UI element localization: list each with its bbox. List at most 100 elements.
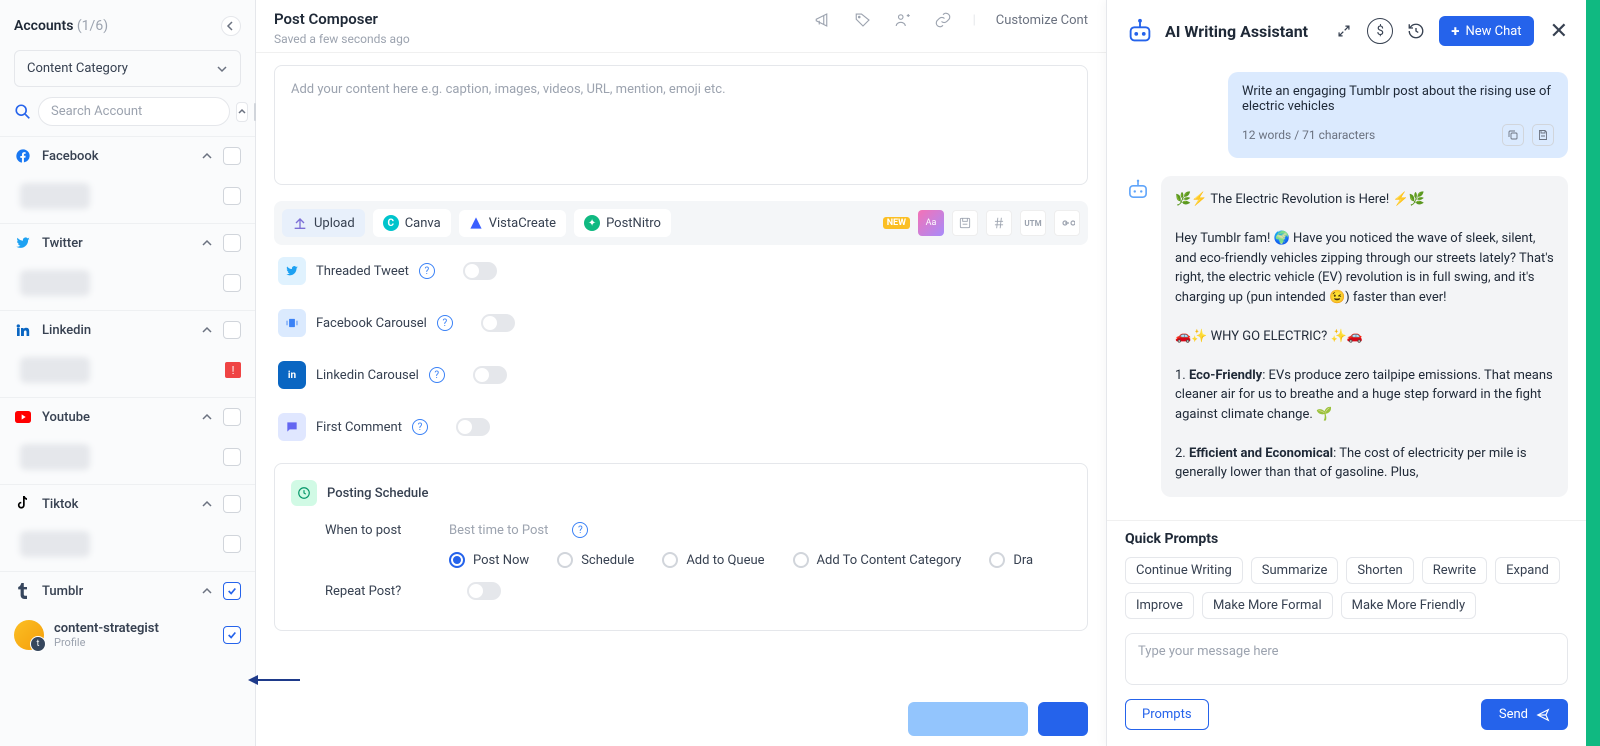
account-row[interactable] [0,262,255,310]
sidebar-collapse-button[interactable] [221,16,241,36]
canva-button[interactable]: C Canva [373,209,451,237]
tumblr-account-checkbox[interactable] [223,626,241,644]
user-message-meta: 12 words / 71 characters [1242,128,1375,142]
facebook-carousel-toggle[interactable] [481,314,515,332]
carousel-small-icon [278,309,306,337]
chevron-up-icon [201,150,213,162]
send-icon [1536,708,1550,722]
account-row[interactable] [0,175,255,223]
network-group-tumblr: Tumblr content-strategist Profile [0,571,255,660]
send-button[interactable]: Send [1481,699,1568,730]
postnitro-icon: ✦ [584,215,600,231]
linkedin-carousel-label: Linkedin Carousel [316,368,419,383]
radio-add-to-category[interactable]: Add To Content Category [793,552,962,568]
credits-icon[interactable]: $ [1367,18,1393,44]
radio-add-to-queue[interactable]: Add to Queue [662,552,764,568]
twitter-small-icon [278,257,306,285]
primary-action-button[interactable] [1038,702,1088,736]
customize-content-link[interactable]: Customize Cont [996,13,1088,28]
chip-improve[interactable]: Improve [1125,592,1194,619]
linkedin-small-icon: in [278,361,306,389]
new-badge: NEW [883,217,910,229]
account-row[interactable]: ! [0,349,255,397]
linkedin-carousel-toggle[interactable] [473,366,507,384]
account-row[interactable] [0,436,255,484]
radio-post-now[interactable]: Post Now [449,552,529,568]
network-checkbox[interactable] [223,234,241,252]
chip-continue-writing[interactable]: Continue Writing [1125,557,1243,584]
help-icon[interactable]: ? [437,315,453,331]
chip-rewrite[interactable]: Rewrite [1422,557,1487,584]
save-icon[interactable] [1532,124,1554,146]
network-toggle-youtube[interactable]: Youtube [0,398,255,436]
save-draft-icon[interactable] [952,210,978,236]
new-chat-button[interactable]: + New Chat [1439,16,1533,46]
chip-make-formal[interactable]: Make More Formal [1202,592,1333,619]
account-checkbox[interactable] [223,448,241,466]
close-assistant-button[interactable]: ✕ [1550,19,1568,44]
copy-icon[interactable] [1502,124,1524,146]
schedule-radio-group: Post Now Schedule Add to Queue Add To Co… [449,552,1033,568]
account-checkbox[interactable] [223,274,241,292]
account-checkbox[interactable] [223,187,241,205]
network-toggle-tiktok[interactable]: Tiktok [0,485,255,523]
ai-assistant-panel: AI Writing Assistant $ + New Chat ✕ Writ… [1106,0,1586,746]
facebook-icon [14,147,32,165]
account-row[interactable] [0,523,255,571]
repeat-post-toggle[interactable] [467,582,501,600]
link-icon[interactable] [933,10,953,30]
help-icon[interactable]: ? [572,522,588,538]
network-checkbox[interactable] [223,147,241,165]
postnitro-button[interactable]: ✦ PostNitro [574,209,671,237]
history-icon[interactable] [1403,18,1429,44]
threaded-tweet-toggle[interactable] [463,262,497,280]
composer-saved-status: Saved a few seconds ago [274,32,410,46]
hashtag-icon[interactable] [986,210,1012,236]
content-category-select[interactable]: Content Category [14,50,241,87]
prompts-button[interactable]: Prompts [1125,699,1209,730]
secondary-action-button[interactable] [908,702,1028,736]
network-toggle-twitter[interactable]: Twitter [0,224,255,262]
chip-summarize[interactable]: Summarize [1251,557,1339,584]
when-to-post-label: When to post [325,523,425,538]
account-checkbox[interactable] [223,535,241,553]
tumblr-account-row[interactable]: content-strategist Profile [0,610,255,660]
chip-make-friendly[interactable]: Make More Friendly [1341,592,1476,619]
network-group-tiktok: Tiktok [0,484,255,571]
help-icon[interactable]: ? [429,367,445,383]
tag-icon[interactable] [853,10,873,30]
tumblr-icon [14,582,32,600]
chip-shorten[interactable]: Shorten [1346,557,1413,584]
network-toggle-linkedin[interactable]: Linkedin [0,311,255,349]
radio-draft[interactable]: Dra [989,552,1033,568]
network-label: Tiktok [42,497,191,512]
post-content-input[interactable]: Add your content here e.g. caption, imag… [274,65,1088,185]
upload-button[interactable]: Upload [282,209,365,237]
radio-schedule[interactable]: Schedule [557,552,634,568]
vistacreate-button[interactable]: VistaCreate [459,210,566,237]
network-toggle-tumblr[interactable]: Tumblr [0,572,255,610]
search-account-input[interactable] [38,97,230,126]
infinity-icon[interactable] [1054,210,1080,236]
sort-toggle-button[interactable] [236,102,248,122]
network-label: Tumblr [42,584,191,599]
chip-expand[interactable]: Expand [1495,557,1560,584]
network-checkbox[interactable] [223,582,241,600]
help-icon[interactable]: ? [412,419,428,435]
composer-main: Post Composer Saved a few seconds ago | … [256,0,1106,746]
threaded-tweet-row: Threaded Tweet ? [274,245,1088,297]
network-toggle-facebook[interactable]: Facebook [0,137,255,175]
first-comment-toggle[interactable] [456,418,490,436]
chevron-up-icon [201,498,213,510]
network-checkbox[interactable] [223,495,241,513]
chat-input[interactable] [1125,633,1568,685]
network-checkbox[interactable] [223,408,241,426]
sidebar-title: Accounts (1/6) [14,18,108,34]
megaphone-icon[interactable] [813,10,833,30]
utm-icon[interactable]: UTM [1020,210,1046,236]
help-icon[interactable]: ? [419,263,435,279]
people-icon[interactable] [893,10,913,30]
expand-icon[interactable] [1331,18,1357,44]
network-checkbox[interactable] [223,321,241,339]
aa-style-icon[interactable]: Aa [918,210,944,236]
